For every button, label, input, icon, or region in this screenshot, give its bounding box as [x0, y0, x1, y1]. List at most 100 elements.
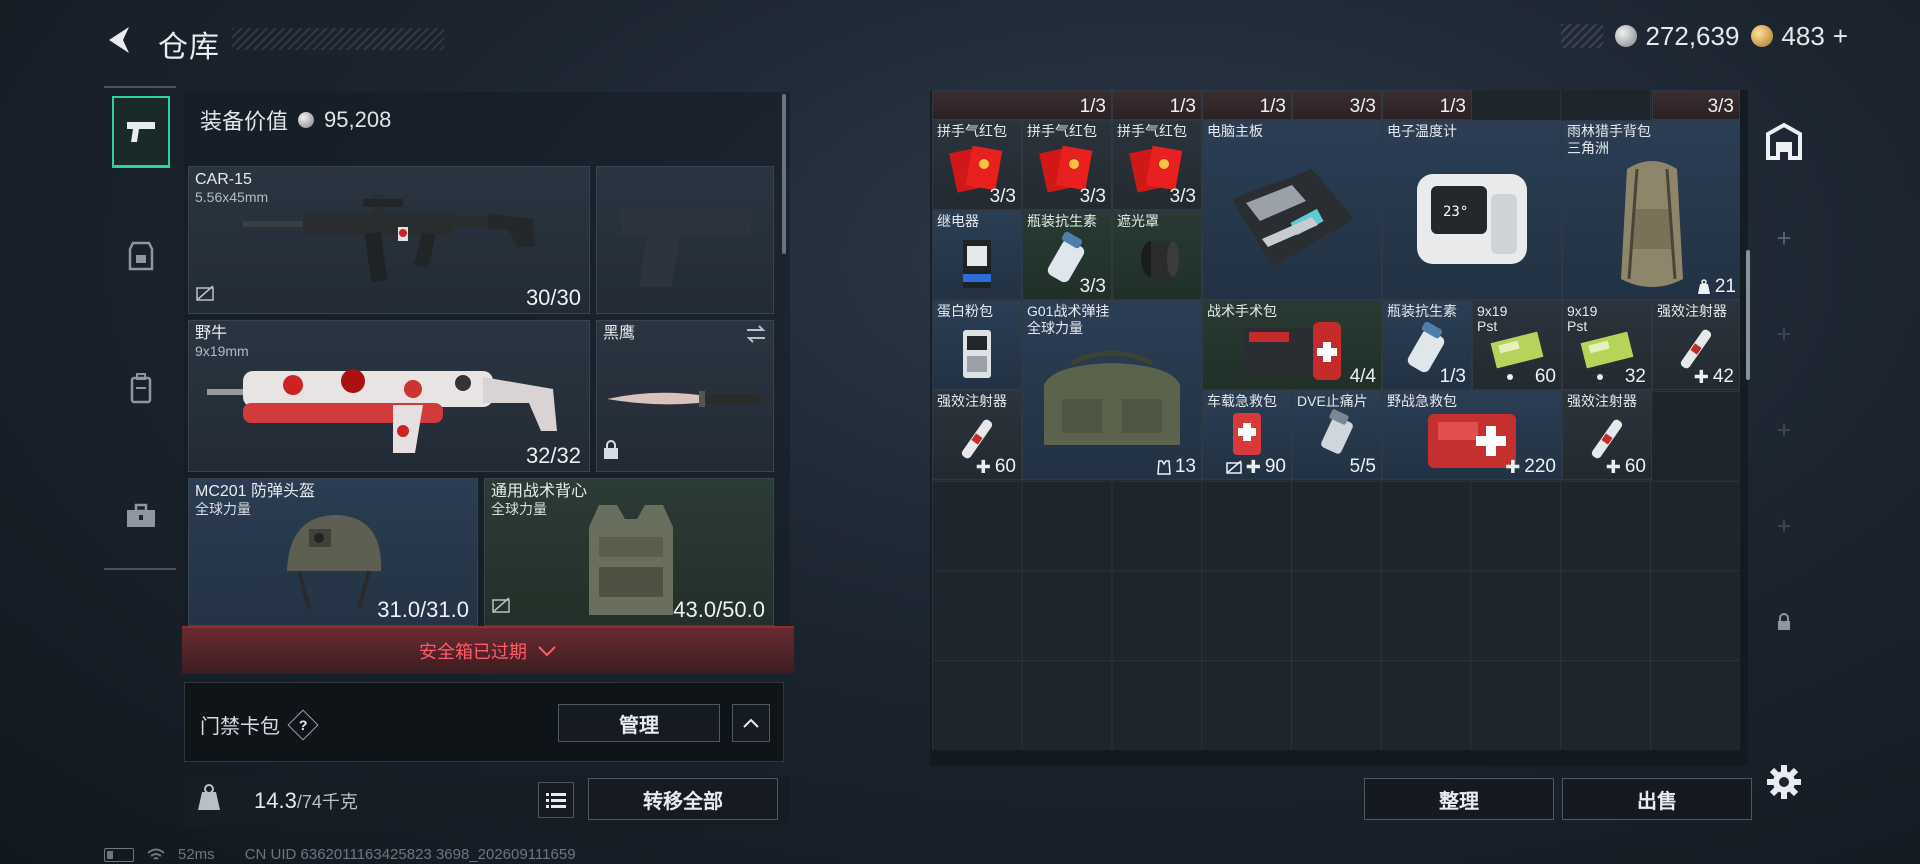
toolbox-icon [127, 503, 155, 527]
silver-amount: 272,639 [1645, 20, 1740, 51]
safe-box-status-text: 安全箱已过期 [419, 642, 527, 662]
weapon-ammo: 30/30 [525, 285, 581, 310]
grid-item-antibiotics[interactable]: 瓶装抗生素 3/3 [1022, 210, 1112, 300]
gold-currency[interactable]: 483 + [1751, 21, 1848, 52]
equipment-value-label: 装备价值 [200, 109, 289, 134]
grid-item-ammo-9x19[interactable]: 9x19 Pst 32 [1562, 300, 1652, 390]
back-button[interactable] [100, 20, 140, 60]
warehouse-scrollbar[interactable] [1746, 250, 1750, 380]
first-aid-bag-icon [1233, 413, 1261, 456]
grid-item-painkiller[interactable]: DVE止痛片 5/5 [1292, 390, 1382, 480]
wifi-icon [147, 848, 165, 860]
grid-item-antibiotics[interactable]: 瓶装抗生素 1/3 [1382, 300, 1472, 390]
grid-item-ammo-9x19[interactable]: 9x19 Pst 60 [1472, 300, 1562, 390]
ammo-box-icon [1490, 331, 1544, 369]
vest-durability: 43.0/50.0 [673, 597, 765, 622]
ammo-box-icon [1580, 331, 1634, 369]
ping-text: 52ms [178, 846, 215, 863]
grid-item-field-first-aid[interactable]: 野战急救包 ✚ 220 [1382, 390, 1562, 480]
weight-max: /74千克 [296, 792, 358, 812]
grid-item[interactable]: 1/3 [1382, 90, 1472, 120]
thermometer-icon: 23° [1417, 173, 1527, 264]
sort-button[interactable]: 整理 [1364, 778, 1554, 820]
page-title: 仓库 [158, 31, 220, 64]
grid-item-motherboard[interactable]: 电脑主板 [1202, 120, 1382, 300]
grid-item[interactable]: 1/3 [1202, 90, 1292, 120]
currency-display: 272,639 483 + [1561, 21, 1848, 52]
transfer-all-button[interactable]: 转移全部 [588, 778, 778, 820]
helmet-slot[interactable]: MC201 防弹头盔 全球力量 31.0/31.0 [188, 478, 478, 626]
manage-button[interactable]: 管理 [558, 704, 720, 742]
warehouse-tab-main[interactable] [1762, 120, 1806, 164]
nav-tab-backpack[interactable] [112, 352, 170, 424]
silver-coin-icon [298, 112, 315, 128]
sell-button[interactable]: 出售 [1562, 778, 1752, 820]
add-tab-button[interactable]: + [1762, 504, 1806, 548]
protein-pack-icon [963, 329, 991, 378]
primary-weapon-slot[interactable]: CAR-15 5.56x45mm 30/30 [188, 166, 590, 314]
vest-slot[interactable]: 通用战术背心 全球力量 43.0/50.0 [484, 478, 774, 626]
dot-icon [1596, 374, 1603, 380]
grid-item-car-first-aid[interactable]: 车载急救包 ✚ 90 [1202, 390, 1292, 480]
grid-item-red-envelope[interactable]: 拼手气红包 3/3 [1022, 120, 1112, 210]
grid-item-red-envelope[interactable]: 拼手气红包 3/3 [1112, 120, 1202, 210]
nav-tab-toolbox[interactable] [112, 480, 170, 552]
sidearm-slot[interactable] [596, 166, 774, 314]
vest-small-icon [1157, 460, 1171, 475]
grid-item-protein[interactable]: 蛋白粉包 [932, 300, 1022, 390]
chevron-down-icon [538, 646, 556, 657]
lens-hood-icon [1141, 241, 1179, 278]
grid-item-injector[interactable]: 强效注射器 ✚ 42 [1652, 300, 1740, 390]
help-icon[interactable]: ? [287, 708, 319, 741]
safe-box-status-bar[interactable]: 安全箱已过期 [182, 626, 794, 674]
grid-item[interactable]: 1/3 [932, 90, 1112, 120]
uid-text: CN UID 6362011163425823 3698_20260911165… [244, 846, 576, 863]
list-view-button[interactable] [538, 782, 574, 818]
warehouse-grid: 1/3 1/3 1/3 3/3 1/3 3/3 拼手气红包 3/3 拼手气红包 … [932, 90, 1740, 750]
plus-icon: + [1776, 414, 1792, 445]
grid-item-relay[interactable]: 继电器 [932, 210, 1022, 300]
swap-icon[interactable] [745, 325, 767, 348]
grid-item-surgery-kit[interactable]: 战术手术包 4/4 [1202, 300, 1382, 390]
collapse-button[interactable] [732, 704, 770, 742]
add-tab-button[interactable]: + [1762, 312, 1806, 356]
grid-item[interactable]: 3/3 [1292, 90, 1382, 120]
dot-icon [1506, 374, 1513, 380]
grid-item-injector[interactable]: 强效注射器 ✚ 60 [932, 390, 1022, 480]
add-tab-button[interactable]: + [1762, 216, 1806, 260]
grid-item-lens-hood[interactable]: 遮光罩 [1112, 210, 1202, 300]
add-tab-button[interactable]: + [1762, 408, 1806, 452]
weight-display: 14.3/74千克 [254, 788, 358, 814]
title-decoration [232, 28, 444, 50]
unlock-icon [195, 284, 215, 307]
grid-item-backpack[interactable]: 雨林猎手背包 三角洲 21 [1562, 120, 1740, 300]
silver-currency: 272,639 [1615, 21, 1739, 52]
nav-tab-weapon[interactable] [112, 96, 170, 168]
grid-item-chest-rig[interactable]: G01战术弹挂 全球力量 13 [1022, 300, 1202, 480]
secondary-weapon-slot[interactable]: 野牛 9x19mm 32/32 [188, 320, 590, 472]
weight-icon [196, 784, 226, 814]
helmet-brand: 全球力量 [195, 501, 251, 517]
card-pack-header: 门禁卡包 ? [200, 708, 319, 741]
currency-decoration [1561, 24, 1604, 48]
rifle-icon [243, 195, 535, 282]
surgery-kit-icon [1243, 322, 1341, 381]
equipment-scrollbar[interactable] [782, 94, 786, 254]
gold-amount: 483 [1781, 20, 1825, 51]
settings-button[interactable] [1766, 764, 1802, 800]
grid-item-red-envelope[interactable]: 拼手气红包 3/3 [932, 120, 1022, 210]
grid-item[interactable]: 1/3 [1112, 90, 1202, 120]
unlock-small-icon [1226, 460, 1242, 474]
grid-item-thermometer[interactable]: 电子温度计 23° [1382, 120, 1562, 300]
grid-item-injector[interactable]: 强效注射器 ✚ 60 [1562, 390, 1652, 480]
unlock-icon [491, 596, 511, 619]
locked-tab[interactable] [1762, 600, 1806, 644]
equipment-value: 装备价值 95,208 [200, 104, 391, 136]
grid-item[interactable]: 3/3 [1652, 90, 1740, 120]
plus-icon: + [1776, 510, 1792, 541]
melee-slot[interactable]: 黑鹰 [596, 320, 774, 472]
add-currency-button[interactable]: + [1833, 21, 1848, 52]
nav-tab-armor[interactable] [112, 220, 170, 292]
weight-small-icon [1697, 279, 1710, 294]
plus-icon: + [1776, 318, 1792, 349]
